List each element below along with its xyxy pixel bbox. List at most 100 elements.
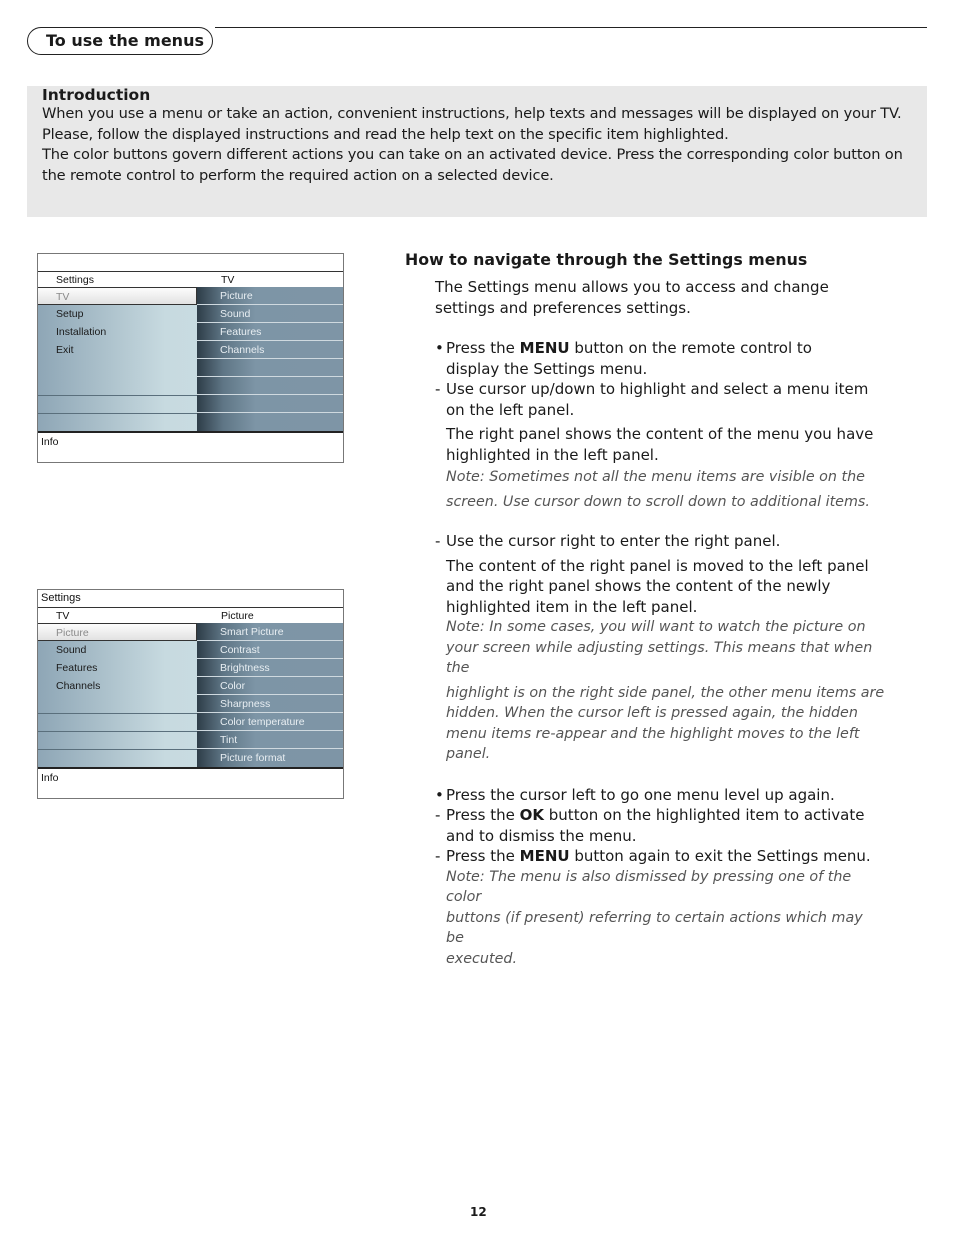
introduction-heading: Introduction — [42, 86, 151, 104]
step-text: Use cursor up/down to highlight and sele… — [446, 380, 869, 398]
step-text: button on the remote control to — [569, 339, 812, 357]
right-menu-item[interactable]: Picture format — [197, 749, 343, 767]
step-text: on the left panel. — [446, 400, 575, 419]
right-menu-item — [197, 413, 343, 431]
intro-line: the remote control to perform the requir… — [42, 166, 554, 184]
left-menu-item[interactable]: Exit — [38, 341, 197, 359]
info-bar: Info — [41, 436, 59, 448]
left-menu-item — [38, 359, 197, 377]
step-text: and to dismiss the menu. — [446, 826, 637, 845]
right-menu-item[interactable]: Smart Picture — [197, 623, 343, 641]
step-text: Press the — [446, 339, 520, 357]
left-menu-item — [38, 749, 197, 767]
left-menu-item — [38, 413, 197, 431]
step-text: Use the cursor right to enter the right … — [446, 532, 781, 550]
right-menu-item[interactable]: Color temperature — [197, 713, 343, 731]
right-menu-item[interactable]: Tint — [197, 731, 343, 749]
left-menu-item[interactable]: Sound — [38, 641, 197, 659]
intro-line: When you use a menu or take an action, c… — [42, 105, 902, 122]
step-detail: highlighted in the left panel. — [446, 445, 659, 464]
step-cursor-updown: - Use cursor up/down to highlight and se… — [405, 379, 885, 400]
note-text: your screen while adjusting settings. Th… — [446, 639, 873, 677]
step-press-menu-exit: - Press the MENU button again to exit th… — [405, 846, 885, 867]
info-bar: Info — [41, 772, 59, 784]
menu-panels: Picture Sound Features Channels Smart Pi… — [38, 623, 343, 769]
dash-mark: - — [435, 806, 441, 824]
right-panel-title: TV — [221, 274, 235, 286]
right-menu-item[interactable]: Color — [197, 677, 343, 695]
left-menu-item[interactable]: Installation — [38, 323, 197, 341]
dash-mark: - — [435, 380, 441, 398]
step-text: Press the cursor left to go one menu lev… — [446, 785, 835, 804]
right-menu-item — [197, 377, 343, 395]
dash-mark: - — [435, 847, 441, 865]
page-number: 12 — [470, 1205, 487, 1219]
left-menu-item — [38, 377, 197, 395]
step-text: Press the — [446, 847, 520, 865]
step-cursor-right: - Use the cursor right to enter the righ… — [405, 531, 885, 552]
left-menu-item — [38, 695, 197, 713]
step-press-ok: - Press the OK button on the highlighted… — [405, 805, 885, 826]
right-menu-item[interactable]: Picture — [197, 287, 343, 305]
right-menu-item[interactable]: Features — [197, 323, 343, 341]
section-title: To use the menus — [27, 27, 213, 55]
step-text: Press the — [446, 806, 520, 824]
note-text: buttons (if present) referring to certai… — [446, 909, 863, 947]
left-menu-item — [38, 731, 197, 749]
step-detail: The content of the right panel is moved … — [446, 556, 869, 575]
left-menu-item-highlighted[interactable]: TV — [38, 287, 197, 305]
note-text: menu items re-appear and the highlight m… — [446, 725, 860, 742]
bullet-mark: • — [435, 785, 444, 804]
left-menu-item-highlighted[interactable]: Picture — [38, 623, 197, 641]
settings-menu-screen-1: Settings TV TV Setup Installation Exit P… — [37, 253, 344, 463]
right-menu-item — [197, 395, 343, 413]
nav-intro-line: settings and preferences settings. — [435, 298, 691, 317]
left-panel: Picture Sound Features Channels — [38, 623, 197, 767]
left-menu-item — [38, 713, 197, 731]
right-menu-item[interactable]: Channels — [197, 341, 343, 359]
note-text: hidden. When the cursor left is pressed … — [446, 705, 858, 721]
left-panel-title: TV — [56, 610, 70, 622]
note-text: Note: In some cases, you will want to wa… — [446, 619, 866, 635]
step-press-menu: • Press the MENU button on the remote co… — [405, 338, 885, 359]
step-detail: highlighted item in the left panel. — [446, 597, 698, 616]
right-menu-item[interactable]: Sharpness — [197, 695, 343, 713]
step-detail: The right panel shows the content of the… — [446, 425, 874, 443]
note-text: screen. Use cursor down to scroll down t… — [446, 494, 870, 510]
step-text: button again to exit the Settings menu. — [569, 847, 871, 865]
right-panel: Smart Picture Contrast Brightness Color … — [197, 623, 343, 767]
right-menu-item[interactable]: Sound — [197, 305, 343, 323]
left-menu-item[interactable]: Features — [38, 659, 197, 677]
right-menu-item — [197, 359, 343, 377]
step-text: display the Settings menu. — [446, 359, 648, 378]
left-menu-item — [38, 395, 197, 413]
right-menu-item[interactable]: Brightness — [197, 659, 343, 677]
right-menu-item[interactable]: Contrast — [197, 641, 343, 659]
note-text: panel. — [446, 746, 491, 762]
left-panel: TV Setup Installation Exit — [38, 287, 197, 431]
step-text: button on the highlighted item to activa… — [544, 806, 865, 824]
screen-header — [38, 254, 343, 272]
menu-panels: TV Setup Installation Exit Picture Sound… — [38, 287, 343, 433]
left-panel-title: Settings — [56, 274, 94, 286]
left-menu-item[interactable]: Channels — [38, 677, 197, 695]
intro-line: Please, follow the displayed instruction… — [42, 125, 729, 143]
note-text: highlight is on the right side panel, th… — [446, 684, 885, 701]
bullet-mark: • — [435, 339, 444, 357]
intro-line: The color buttons govern different actio… — [42, 146, 903, 163]
nav-intro-line: The Settings menu allows you to access a… — [435, 278, 829, 296]
settings-menu-screen-2: Settings TV Picture Picture Sound Featur… — [37, 589, 344, 799]
navigation-instructions: How to navigate through the Settings men… — [405, 249, 885, 969]
screen-header: Settings — [38, 590, 343, 608]
step-detail: and the right panel shows the content of… — [446, 577, 831, 595]
left-menu-item[interactable]: Setup — [38, 305, 197, 323]
note-text: Note: Sometimes not all the menu items a… — [446, 469, 865, 485]
menu-key-label: MENU — [519, 339, 570, 357]
top-rule — [215, 27, 927, 28]
note-text: executed. — [446, 950, 517, 967]
introduction-box: Introduction When you use a menu or take… — [27, 86, 927, 217]
note-text: Note: The menu is also dismissed by pres… — [446, 868, 852, 906]
menu-key-label: MENU — [519, 847, 570, 865]
ok-key-label: OK — [519, 806, 545, 824]
right-panel: Picture Sound Features Channels — [197, 287, 343, 431]
